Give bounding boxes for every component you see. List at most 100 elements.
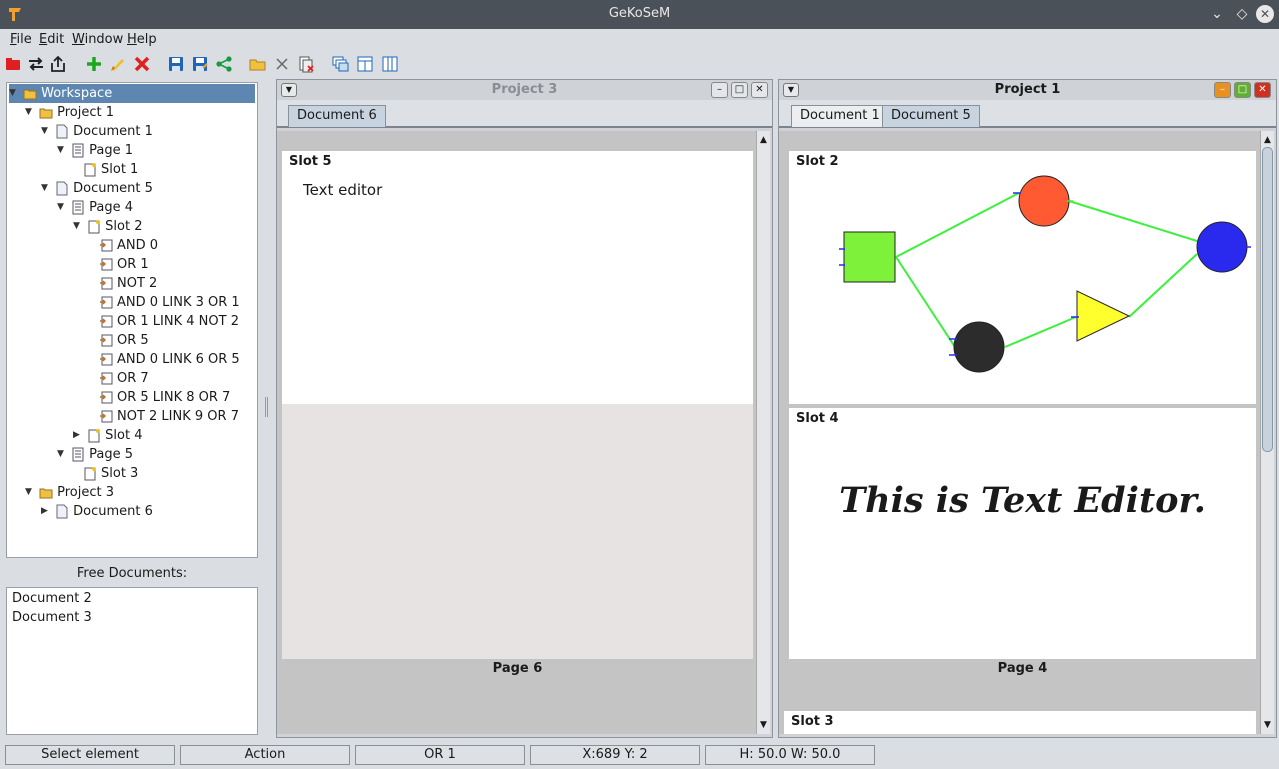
expanded-arrow-icon[interactable]: ▼ bbox=[57, 198, 67, 217]
scrollbar-thumb[interactable] bbox=[1262, 147, 1273, 452]
frame-title: Project 1 bbox=[994, 82, 1061, 97]
slot-5[interactable]: Slot 5 Text editor bbox=[282, 151, 753, 404]
circle-node[interactable] bbox=[953, 321, 1005, 373]
window-title-bar: GeKoSeM ⌄ ◇ ✕ bbox=[0, 0, 1279, 29]
node-and-0[interactable] bbox=[839, 231, 896, 283]
tree-node-page-1[interactable]: ▼ Page 1 bbox=[57, 141, 133, 160]
maximize-icon[interactable]: ◇ bbox=[1233, 5, 1251, 23]
splitter-grip[interactable] bbox=[265, 397, 268, 417]
scroll-up-icon[interactable]: ▲ bbox=[1261, 133, 1274, 147]
close-icon[interactable]: ✕ bbox=[1256, 5, 1274, 23]
menu-help[interactable]: Help bbox=[127, 32, 157, 47]
node-or-7[interactable] bbox=[1196, 221, 1251, 273]
menu-file[interactable]: File bbox=[10, 32, 32, 47]
tile-vertical-icon[interactable] bbox=[380, 54, 400, 74]
swap-icon[interactable] bbox=[26, 54, 46, 74]
element-icon bbox=[100, 296, 113, 309]
node-or-5[interactable] bbox=[1071, 290, 1131, 342]
status-size: H: 50.0 W: 50.0 bbox=[705, 745, 875, 765]
tab-document-6[interactable]: Document 6 bbox=[288, 105, 386, 127]
minimize-icon[interactable]: ⌄ bbox=[1208, 5, 1226, 23]
delete-icon[interactable] bbox=[132, 54, 152, 74]
frame-menu-icon[interactable]: ▼ bbox=[783, 83, 799, 97]
frame-menu-icon[interactable]: ▼ bbox=[281, 83, 297, 97]
tree-element[interactable]: NOT 2 LINK 9 OR 7 bbox=[99, 407, 239, 426]
close-icon[interactable]: ✕ bbox=[751, 82, 768, 98]
list-item[interactable]: Document 2 bbox=[12, 591, 92, 606]
tree-element[interactable]: OR 5 bbox=[99, 331, 149, 350]
slot-3[interactable]: Slot 3 bbox=[784, 711, 1256, 734]
tree-node-workspace[interactable]: ▼ Workspace bbox=[9, 84, 255, 103]
tree-node-project-3[interactable]: ▼ Project 3 bbox=[25, 483, 114, 502]
tree-node-project-1[interactable]: ▼ Project 1 bbox=[25, 103, 114, 122]
slot-4[interactable]: Slot 4 This is Text Editor. bbox=[789, 408, 1256, 659]
save-icon[interactable] bbox=[166, 54, 186, 74]
square-node[interactable] bbox=[843, 231, 896, 283]
expanded-arrow-icon[interactable]: ▼ bbox=[9, 84, 19, 103]
link-line bbox=[1128, 253, 1198, 318]
edit-icon[interactable] bbox=[108, 54, 128, 74]
expanded-arrow-icon[interactable]: ▼ bbox=[41, 179, 51, 198]
tree-element[interactable]: OR 7 bbox=[99, 369, 149, 388]
node-not-2[interactable] bbox=[949, 321, 1005, 373]
expanded-arrow-icon[interactable]: ▼ bbox=[41, 122, 51, 141]
vertical-scrollbar[interactable]: ▲ ▼ bbox=[756, 131, 770, 734]
tree-element[interactable]: OR 1 LINK 4 NOT 2 bbox=[99, 312, 239, 331]
tile-horizontal-icon[interactable] bbox=[355, 54, 375, 74]
tree-element[interactable]: AND 0 bbox=[99, 236, 158, 255]
menu-edit[interactable]: Edit bbox=[39, 32, 64, 47]
page-icon bbox=[72, 447, 84, 462]
tree-node-slot-3[interactable]: Slot 3 bbox=[83, 464, 138, 483]
status-coordinates: X:689 Y: 2 bbox=[530, 745, 700, 765]
tree-node-document-1[interactable]: ▼ Document 1 bbox=[41, 122, 153, 141]
tree-element[interactable]: OR 5 LINK 8 OR 7 bbox=[99, 388, 230, 407]
expanded-arrow-icon[interactable]: ▼ bbox=[25, 483, 35, 502]
cascade-windows-icon[interactable] bbox=[330, 54, 350, 74]
expanded-arrow-icon[interactable]: ▼ bbox=[57, 141, 67, 160]
new-project-icon[interactable] bbox=[3, 54, 23, 74]
collapsed-arrow-icon[interactable]: ▶ bbox=[73, 426, 83, 445]
add-icon[interactable] bbox=[84, 54, 104, 74]
tab-document-5[interactable]: Document 5 bbox=[882, 105, 980, 127]
tab-document-1[interactable]: Document 1 bbox=[791, 105, 889, 127]
tree-node-page-5[interactable]: ▼ Page 5 bbox=[57, 445, 133, 464]
save-as-icon[interactable] bbox=[190, 54, 210, 74]
scroll-down-icon[interactable]: ▼ bbox=[757, 718, 770, 732]
tree-node-document-6[interactable]: ▶ Document 6 bbox=[41, 502, 153, 521]
tree-node-slot-2[interactable]: ▼ Slot 2 bbox=[73, 217, 142, 236]
circle-node[interactable] bbox=[1196, 221, 1248, 273]
maximize-icon[interactable]: □ bbox=[1234, 82, 1251, 98]
minimize-icon[interactable]: – bbox=[1214, 82, 1231, 98]
tree-element[interactable]: AND 0 LINK 3 OR 1 bbox=[99, 293, 240, 312]
tree-element[interactable]: NOT 2 bbox=[99, 274, 157, 293]
scroll-up-icon[interactable]: ▲ bbox=[757, 133, 770, 147]
tree-node-slot-4[interactable]: ▶ Slot 4 bbox=[73, 426, 142, 445]
close-icon[interactable]: ✕ bbox=[1254, 82, 1271, 98]
frame-project-1: Project 1 ▼ – □ ✕ Document 1 Document 5 … bbox=[778, 79, 1277, 738]
maximize-icon[interactable]: □ bbox=[731, 82, 748, 98]
tree-element[interactable]: AND 0 LINK 6 OR 5 bbox=[99, 350, 240, 369]
tree-element[interactable]: OR 1 bbox=[99, 255, 149, 274]
tree-node-page-4[interactable]: ▼ Page 4 bbox=[57, 198, 133, 217]
menu-window[interactable]: Window bbox=[72, 32, 123, 47]
delete-document-icon[interactable] bbox=[296, 54, 316, 74]
panel-splitter[interactable] bbox=[262, 82, 272, 738]
tree-node-slot-1[interactable]: Slot 1 bbox=[83, 160, 138, 179]
collapsed-arrow-icon[interactable]: ▶ bbox=[41, 502, 51, 521]
circle-node[interactable] bbox=[1018, 175, 1070, 227]
share-icon[interactable] bbox=[214, 54, 234, 74]
minimize-icon[interactable]: – bbox=[711, 82, 728, 98]
expanded-arrow-icon[interactable]: ▼ bbox=[73, 217, 83, 236]
export-icon[interactable] bbox=[48, 54, 68, 74]
open-folder-icon[interactable] bbox=[248, 54, 268, 74]
node-or-1[interactable] bbox=[1013, 175, 1073, 227]
list-item[interactable]: Document 3 bbox=[12, 610, 92, 625]
expanded-arrow-icon[interactable]: ▼ bbox=[25, 103, 35, 122]
expanded-arrow-icon[interactable]: ▼ bbox=[57, 445, 67, 464]
triangle-node[interactable] bbox=[1076, 290, 1131, 342]
scroll-down-icon[interactable]: ▼ bbox=[1261, 718, 1274, 732]
slot-2[interactable]: Slot 2 bbox=[789, 151, 1256, 404]
tree-node-document-5[interactable]: ▼ Document 5 bbox=[41, 179, 153, 198]
close-document-icon[interactable] bbox=[272, 54, 292, 74]
vertical-scrollbar[interactable]: ▲ ▼ bbox=[1260, 131, 1274, 734]
